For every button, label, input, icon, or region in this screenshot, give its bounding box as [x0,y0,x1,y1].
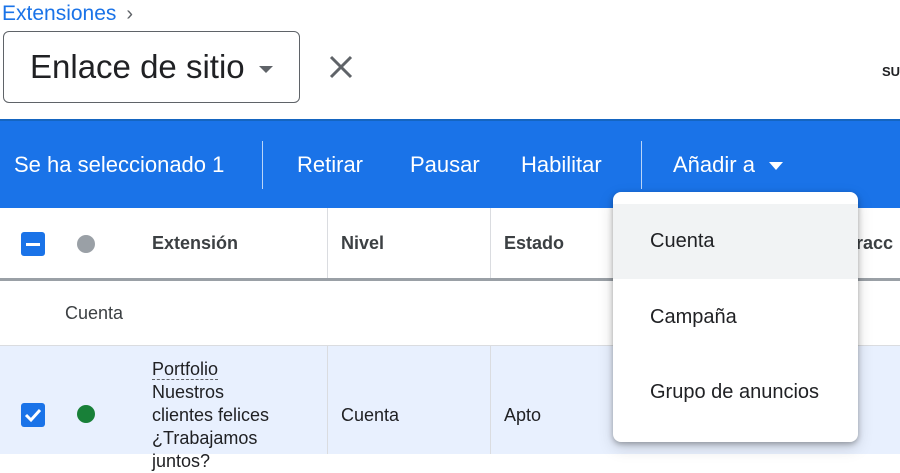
extension-line: clientes felices [152,405,270,425]
pause-button[interactable]: Pausar [410,121,480,208]
column-divider [490,208,491,278]
menu-item-ad-group[interactable]: Grupo de anuncios [613,355,858,430]
selection-count: Se ha seleccionado 1 [14,151,225,177]
extension-type-select[interactable]: Enlace de sitio [3,31,300,103]
action-bar-divider [641,141,642,189]
chevron-right-icon: › [126,2,134,25]
dropdown-arrow-icon [258,65,273,73]
action-bar-divider [262,141,263,189]
extension-type-value: Enlace de sitio [30,48,245,85]
column-divider [327,208,328,278]
menu-item-account[interactable]: Cuenta [613,204,858,279]
enable-button[interactable]: Habilitar [521,121,602,208]
column-divider [327,346,328,454]
dropdown-arrow-icon [768,161,783,170]
status-cell: Apto [504,405,542,425]
extension-title-link[interactable]: Portfolio [152,359,219,380]
extension-cell[interactable]: Portfolio Nuestros clientes felices ¿Tra… [152,358,269,473]
close-icon[interactable] [326,52,356,82]
remove-button[interactable]: Retirar [297,121,363,208]
truncated-header-text: SU [881,64,900,79]
breadcrumb-link-extensions[interactable]: Extensiones [2,2,116,26]
extension-line: juntos? [152,451,211,471]
add-to-label: Añadir a [673,151,755,177]
column-header-status[interactable]: Estado [504,208,564,278]
breadcrumb: Extensiones › [2,2,133,26]
column-divider [490,346,491,454]
add-to-menu: Cuenta Campaña Grupo de anuncios [613,192,858,442]
column-header-level[interactable]: Nivel [341,208,384,278]
level-cell: Cuenta [341,405,400,425]
select-all-checkbox[interactable] [21,232,45,256]
column-header-extension[interactable]: Extensión [152,208,238,278]
extension-line: Nuestros [152,382,225,402]
extension-line: ¿Trabajamos [152,428,258,448]
status-dot-header-icon [77,235,95,253]
row-checkbox[interactable] [21,403,45,427]
group-label: Cuenta [65,303,124,323]
menu-item-campaign[interactable]: Campaña [613,280,858,355]
status-dot-enabled-icon [77,405,95,423]
